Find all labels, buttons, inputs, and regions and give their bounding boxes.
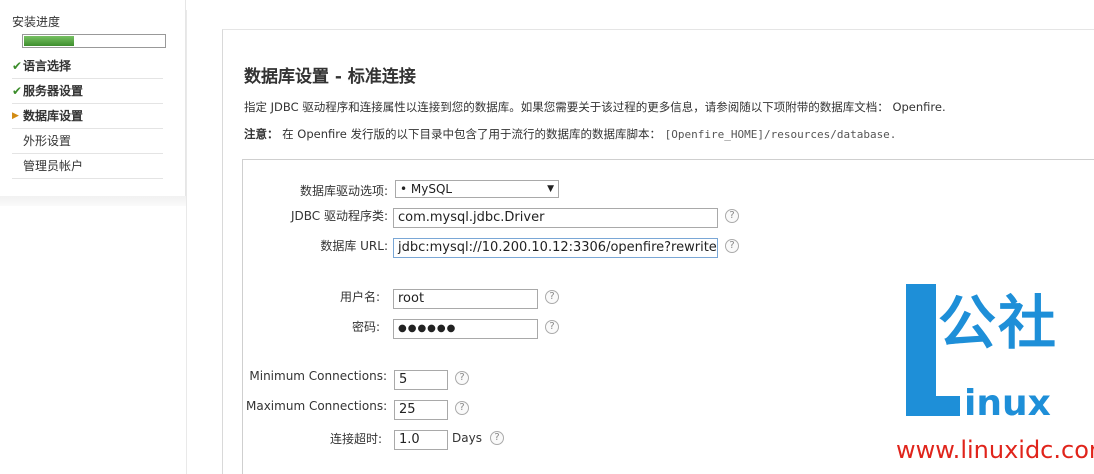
jdbc-driver-input[interactable]: com.mysql.jdbc.Driver (393, 208, 718, 228)
progress-title: 安装进度 (12, 15, 61, 29)
sidebar-item-server[interactable]: ✔ 服务器设置 (12, 79, 163, 104)
username-label: 用户名: (339, 290, 380, 304)
help-icon[interactable]: ? (455, 371, 469, 385)
max-connections-input[interactable]: 25 (394, 400, 448, 420)
max-connections-label: Maximum Connections: (246, 399, 388, 413)
intro-text: 指定 JDBC 驱动程序和连接属性以连接到您的数据库。如果您需要关于该过程的更多… (244, 99, 946, 115)
help-icon[interactable]: ? (545, 320, 559, 334)
check-icon: ✔ (12, 84, 23, 98)
dropdown-arrow-icon: ▼ (547, 184, 554, 194)
database-url-input[interactable]: jdbc:mysql://10.200.10.12:3306/openfire?… (393, 238, 718, 258)
sidebar-item-database[interactable]: ▶ 数据库设置 (12, 104, 163, 129)
help-icon[interactable]: ? (725, 239, 739, 253)
password-label: 密码: (351, 320, 380, 334)
sidebar: 安装进度 ✔ 语言选择 ✔ 服务器设置 ▶ 数据库设置 外形设置 管理员帐户 (0, 0, 186, 205)
help-icon[interactable]: ? (455, 401, 469, 415)
database-script-path: [Openfire_HOME]/resources/database. (664, 128, 897, 141)
sidebar-shadow (0, 196, 186, 206)
connection-timeout-input[interactable]: 1.0 (394, 430, 448, 450)
password-input[interactable]: ●●●●●● (393, 319, 538, 339)
driver-label: 数据库驱动选项: (299, 184, 388, 198)
current-step-arrow-icon: ▶ (12, 111, 19, 121)
sidebar-item-language[interactable]: ✔ 语言选择 (12, 54, 163, 79)
sidebar-item-label: 数据库设置 (23, 109, 84, 123)
sidebar-item-label: 管理员帐户 (23, 159, 84, 173)
check-icon: ✔ (12, 59, 23, 73)
install-progress-fill (24, 36, 74, 46)
min-connections-label: Minimum Connections: (249, 369, 387, 383)
connection-timeout-label: 连接超时: (329, 432, 382, 446)
setup-steps-nav: ✔ 语言选择 ✔ 服务器设置 ▶ 数据库设置 外形设置 管理员帐户 (12, 54, 163, 179)
openfire-doc-link[interactable]: Openfire. (892, 100, 945, 114)
sidebar-item-label: 语言选择 (23, 59, 72, 73)
watermark-logo-subtext: inux (964, 383, 1051, 424)
install-progress-bar (22, 34, 166, 48)
watermark-logo-text: 公社 (938, 289, 1059, 357)
intro-text-body: 指定 JDBC 驱动程序和连接属性以连接到您的数据库。如果您需要关于该过程的更多… (244, 100, 889, 114)
help-icon[interactable]: ? (545, 290, 559, 304)
sidebar-item-label: 外形设置 (23, 134, 72, 148)
timeout-unit: Days (452, 431, 482, 445)
sidebar-item-label: 服务器设置 (23, 84, 84, 98)
note-text: 注意： 在 Openfire 发行版的以下目录中包含了用于流行的数据库的数据库脚… (244, 126, 896, 142)
note-body: 在 Openfire 发行版的以下目录中包含了用于流行的数据库的数据库脚本： (282, 127, 661, 141)
sidebar-item-admin-account[interactable]: 管理员帐户 (12, 154, 163, 179)
min-connections-input[interactable]: 5 (394, 370, 448, 390)
sidebar-item-appearance[interactable]: 外形设置 (12, 129, 163, 154)
help-icon[interactable]: ? (725, 209, 739, 223)
driver-select[interactable]: • MySQL ▼ (395, 180, 559, 198)
jdbc-driver-label: JDBC 驱动程序类: (290, 209, 388, 223)
watermark-logo-letter-foot (906, 396, 960, 416)
page-title: 数据库设置 - 标准连接 (244, 67, 416, 87)
installer-window: 安装进度 ✔ 语言选择 ✔ 服务器设置 ▶ 数据库设置 外形设置 管理员帐户 数… (0, 0, 1094, 474)
database-url-label: 数据库 URL: (320, 239, 388, 253)
note-label: 注意： (244, 127, 279, 141)
driver-select-value: • MySQL (400, 182, 453, 196)
watermark-url: www.linuxidc.com (896, 436, 1094, 464)
help-icon[interactable]: ? (490, 431, 504, 445)
username-input[interactable]: root (393, 289, 538, 309)
